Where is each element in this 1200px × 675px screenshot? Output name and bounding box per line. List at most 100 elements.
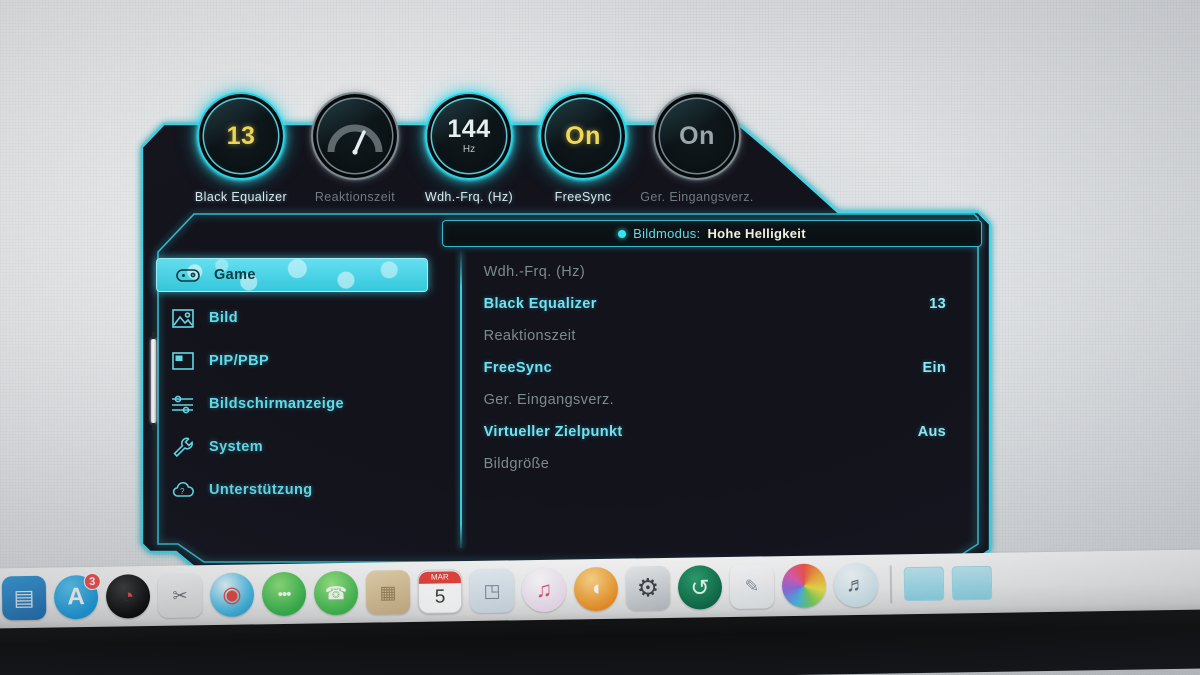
svg-text:?: ? xyxy=(180,487,185,496)
setting-name: Wdh.-Frq. (Hz) xyxy=(483,264,586,280)
dock-item-ibooks[interactable]: ◖ xyxy=(573,566,619,612)
app-store-badge: 3 xyxy=(83,572,101,591)
setting-name: FreeSync xyxy=(483,360,553,376)
gauge-value: 13 xyxy=(226,121,256,150)
facetime-icon: ☎ xyxy=(324,582,348,603)
sidebar-item-label: Unterstützung xyxy=(209,482,313,498)
finder-icon: ▤ xyxy=(13,584,35,611)
setting-row[interactable]: Virtueller Zielpunkt Aus xyxy=(484,416,980,448)
dock-item-calendar[interactable]: MAR 5 xyxy=(417,569,463,614)
gauge-dial: On xyxy=(539,92,627,180)
setting-value: 13 xyxy=(929,296,946,312)
dock-item-facetime[interactable]: ☎ xyxy=(313,570,359,616)
setting-row[interactable]: FreeSync Ein xyxy=(484,352,980,384)
maps-icon: ▦ xyxy=(379,581,397,602)
gauge-row: 13 Black Equalizer Reaktionszeit 144 Hz … xyxy=(138,92,994,217)
ibooks-icon: ◖ xyxy=(589,576,603,601)
setting-name: Ger. Eingangsverz. xyxy=(483,392,615,408)
notes-icon: ✎ xyxy=(744,576,760,596)
dock-item-garageband[interactable]: ♬ xyxy=(833,562,879,608)
sidebar-item-label: PIP/PBP xyxy=(209,353,270,369)
dock-minimized-window[interactable] xyxy=(903,566,945,602)
dock-item-photos[interactable] xyxy=(781,563,827,609)
picture-mode-bar[interactable]: Bildmodus: Hohe Helligkeit xyxy=(442,220,982,247)
sidebar-item-unterstuetzung[interactable]: ? Unterstützung xyxy=(152,473,456,507)
app-store-icon: A xyxy=(67,583,85,611)
setting-name: Bildgröße xyxy=(483,456,550,472)
help-cloud-icon: ? xyxy=(170,478,196,502)
gauge-value: 144 xyxy=(447,115,491,143)
safari-icon: ◉ xyxy=(222,581,242,607)
sidebar-item-label: System xyxy=(209,439,263,455)
dock-item-notes[interactable]: ✎ xyxy=(729,564,775,609)
calendar-day: 5 xyxy=(434,586,446,608)
gauge-reaktionszeit[interactable]: Reaktionszeit xyxy=(296,92,414,204)
gauge-refresh-rate[interactable]: 144 Hz Wdh.-Frq. (Hz) xyxy=(410,92,528,204)
osd-settings-list: Wdh.-Frq. (Hz) Black Equalizer 13 Reakti… xyxy=(462,252,980,548)
gauge-black-equalizer[interactable]: 13 Black Equalizer xyxy=(182,92,300,204)
gauge-value: On xyxy=(565,121,601,150)
dock-item-system-preferences[interactable]: ⚙ xyxy=(625,565,671,611)
gauge-dial: On xyxy=(653,92,741,180)
gauge-label: Reaktionszeit xyxy=(314,190,396,204)
setting-row[interactable]: Wdh.-Frq. (Hz) xyxy=(484,256,980,288)
sidebar-item-label: Bildschirmanzeige xyxy=(209,396,344,412)
dock-item-image-capture[interactable]: ✂ xyxy=(157,573,203,618)
sidebar-item-pip-pbp[interactable]: PIP/PBP xyxy=(152,344,456,378)
dock-item-time-machine[interactable]: ↺ xyxy=(677,565,723,610)
sidebar-item-label: Bild xyxy=(209,310,238,326)
messages-icon: ••• xyxy=(277,585,291,603)
pip-icon xyxy=(170,349,196,373)
sidebar-item-bildschirmanzeige[interactable]: Bildschirmanzeige xyxy=(152,387,456,421)
sidebar-scrollbar[interactable] xyxy=(151,332,156,430)
dock-item-app-store[interactable]: A 3 xyxy=(53,572,101,620)
gamepad-icon xyxy=(175,263,201,287)
setting-name: Virtueller Zielpunkt xyxy=(483,424,623,440)
setting-value: Aus xyxy=(917,424,946,440)
garageband-icon: ♬ xyxy=(845,573,867,596)
dock-minimized-window[interactable] xyxy=(951,565,993,601)
dashboard-icon: ◔ xyxy=(121,584,135,608)
monitor-osd-panel: 13 Black Equalizer Reaktionszeit 144 Hz … xyxy=(138,92,994,664)
gauge-low-input-lag[interactable]: On Ger. Eingangsverz. xyxy=(638,92,756,204)
sidebar-item-bild[interactable]: Bild xyxy=(152,301,456,335)
osd-sidebar: Game Bild PIP/PBP Bildschirmanzeige Syst… xyxy=(152,252,456,548)
setting-value: Ein xyxy=(922,360,946,376)
dock-separator xyxy=(889,565,893,604)
setting-row[interactable]: Black Equalizer 13 xyxy=(484,288,980,320)
preview-icon: ◳ xyxy=(483,580,501,601)
gauge-value: On xyxy=(679,121,715,150)
sidebar-item-game[interactable]: Game xyxy=(156,258,428,292)
dock-item-itunes[interactable]: ♫ xyxy=(521,567,567,613)
gauge-unit: Hz xyxy=(462,144,476,155)
dock-item-maps[interactable]: ▦ xyxy=(365,569,411,615)
gauge-label: Ger. Eingangsverz. xyxy=(640,190,754,204)
image-icon xyxy=(170,306,196,330)
sidebar-item-system[interactable]: System xyxy=(152,430,456,464)
gauge-dial: 13 xyxy=(197,92,285,180)
sidebar-item-label: Game xyxy=(214,267,256,283)
picture-mode-label: Bildmodus: xyxy=(633,226,701,241)
picture-mode-value: Hohe Helligkeit xyxy=(707,226,806,241)
gauge-freesync[interactable]: On FreeSync xyxy=(524,92,642,204)
dock-item-dashboard[interactable]: ◔ xyxy=(105,574,151,619)
setting-row[interactable]: Bildgröße xyxy=(484,448,980,480)
status-dot-icon xyxy=(618,229,627,238)
setting-name: Reaktionszeit xyxy=(483,328,576,344)
speedometer-icon xyxy=(327,124,383,155)
dock-item-preview[interactable]: ◳ xyxy=(469,568,515,614)
dock-item-safari[interactable]: ◉ xyxy=(209,572,255,618)
dock-item-messages[interactable]: ••• xyxy=(261,571,307,617)
image-capture-icon: ✂ xyxy=(172,584,188,606)
gauge-label: Black Equalizer xyxy=(194,190,288,204)
dock-item-finder[interactable]: ▤ xyxy=(1,575,47,621)
wrench-icon xyxy=(170,435,196,459)
setting-name: Black Equalizer xyxy=(483,296,597,312)
gauge-label: FreeSync xyxy=(554,190,612,204)
time-machine-icon: ↺ xyxy=(690,573,710,601)
sliders-icon xyxy=(170,392,196,416)
setting-row[interactable]: Reaktionszeit xyxy=(484,320,980,352)
setting-row[interactable]: Ger. Eingangsverz. xyxy=(484,384,980,416)
calendar-month: MAR xyxy=(418,571,461,584)
gauge-dial: 144 Hz xyxy=(425,92,513,180)
